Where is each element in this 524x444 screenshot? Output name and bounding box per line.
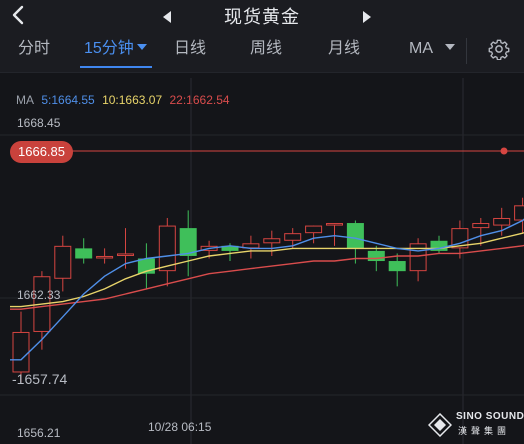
candles bbox=[12, 197, 524, 383]
candle-body-up bbox=[472, 223, 490, 229]
ma10-line bbox=[10, 231, 524, 308]
ma-lines bbox=[10, 218, 524, 361]
candle-body-up bbox=[96, 255, 114, 259]
current-price-badge: 1666.85 bbox=[10, 141, 73, 163]
sinosound-logo: SINO SOUND 漢聲集團 bbox=[428, 411, 524, 439]
logo-text-en: SINO SOUND bbox=[456, 411, 524, 422]
candle-body-up bbox=[117, 253, 134, 256]
logo-text-cn: 漢聲集團 bbox=[458, 426, 511, 436]
candle-body-up bbox=[284, 233, 302, 241]
ma5-line bbox=[10, 218, 524, 361]
price-axis-mid: 1662.33 bbox=[17, 288, 61, 302]
candle-body-up bbox=[263, 238, 281, 244]
logo-diamond-icon bbox=[428, 413, 452, 437]
candle-body-up bbox=[12, 331, 30, 373]
current-price-marker bbox=[70, 147, 524, 155]
candle-body-up bbox=[158, 225, 176, 272]
candle-body-down bbox=[346, 223, 364, 249]
chart-grid bbox=[0, 78, 524, 444]
time-axis-label: 10/28 06:15 bbox=[148, 420, 212, 434]
price-axis-bottom: 1656.21 bbox=[17, 426, 61, 440]
candle-body-up bbox=[54, 245, 72, 279]
candle-body-up bbox=[514, 205, 524, 221]
candlestick-chart[interactable] bbox=[0, 0, 524, 444]
candle-body-down bbox=[75, 248, 93, 259]
candle-body-up bbox=[493, 217, 511, 226]
current-price-dot bbox=[500, 147, 508, 155]
candle-body-up bbox=[326, 223, 343, 226]
candle-body-up bbox=[305, 225, 323, 234]
candle-body-down bbox=[388, 261, 406, 272]
candle-body-down bbox=[367, 250, 385, 262]
price-axis-top: 1668.45 bbox=[17, 116, 61, 130]
price-axis-low: -1657.74 bbox=[12, 371, 68, 387]
